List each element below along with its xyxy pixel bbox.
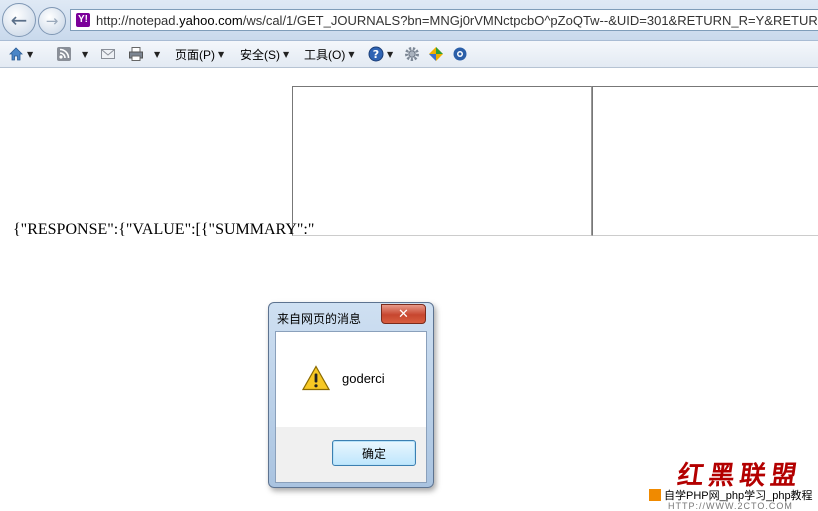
chevron-down-icon: ▼ [154, 49, 161, 59]
home-icon [9, 47, 23, 61]
navigation-bar: ← → Y! http://notepad.yahoo.com/ws/cal/1… [0, 0, 818, 41]
warning-icon [302, 365, 330, 391]
page-menu-label: 页面(P) [175, 47, 215, 62]
address-bar[interactable]: Y! http://notepad.yahoo.com/ws/cal/1/GET… [70, 9, 818, 31]
rss-feed-icon [57, 47, 71, 61]
chevron-down-icon: ▼ [218, 49, 225, 59]
chevron-down-icon: ▼ [283, 49, 290, 59]
page-menu[interactable]: 页面(P) ▼ [175, 45, 224, 63]
research-icon [453, 47, 467, 61]
back-arrow-icon: ← [10, 8, 28, 32]
help-icon: ? [368, 46, 384, 62]
chevron-down-icon: ▼ [27, 49, 34, 59]
forward-arrow-icon: → [45, 12, 59, 30]
gear-icon [405, 47, 419, 61]
svg-text:?: ? [373, 48, 379, 61]
addon-button[interactable] [428, 45, 444, 63]
help-button[interactable]: ? ▼ [368, 45, 393, 63]
tools-menu[interactable]: 工具(O) ▼ [304, 45, 354, 63]
print-button[interactable]: ▼ [128, 45, 160, 63]
iframe-box [592, 86, 818, 236]
dialog-title: 来自网页的消息 [277, 312, 362, 326]
dialog-body: goderci 确定 [275, 331, 427, 483]
printer-icon [129, 47, 143, 61]
back-button[interactable]: ← [2, 3, 36, 37]
site-favicon-icon: Y! [76, 13, 90, 27]
home-button[interactable]: ▼ [8, 45, 33, 63]
settings-button[interactable] [404, 45, 420, 63]
research-button[interactable] [452, 45, 468, 63]
mail-button[interactable] [100, 45, 116, 63]
chevron-down-icon: ▼ [348, 49, 355, 59]
php-logo-icon [649, 489, 661, 501]
command-bar: ▼ ▼ ▼ 页面(P) ▼ 安全(S) ▼ 工具(O) ▼ ? ▼ [0, 41, 818, 68]
ok-button[interactable]: 确定 [332, 440, 416, 466]
chevron-down-icon: ▼ [387, 49, 394, 59]
dialog-message: goderci [342, 371, 385, 386]
dialog-close-button[interactable]: ✕ [381, 304, 426, 324]
iframe-box [292, 86, 592, 236]
alert-dialog: 来自网页的消息 ✕ goderci 确定 [268, 302, 434, 488]
safety-menu[interactable]: 安全(S) ▼ [240, 45, 289, 63]
safety-menu-label: 安全(S) [240, 47, 280, 62]
mail-icon [101, 49, 115, 59]
address-url[interactable]: http://notepad.yahoo.com/ws/cal/1/GET_JO… [96, 13, 818, 28]
chevron-down-icon: ▼ [82, 49, 89, 59]
close-icon: ✕ [398, 306, 409, 321]
watermark-url: HTTP://WWW.2CTO.COM [668, 501, 793, 511]
forward-button[interactable]: → [38, 7, 66, 35]
dialog-footer: 确定 [276, 427, 426, 482]
response-json-text: {"RESPONSE":{"VALUE":[{"SUMMARY":" [13, 221, 315, 238]
feeds-button[interactable]: ▼ [56, 45, 88, 63]
addon-icon [429, 47, 443, 61]
tools-menu-label: 工具(O) [304, 47, 346, 62]
